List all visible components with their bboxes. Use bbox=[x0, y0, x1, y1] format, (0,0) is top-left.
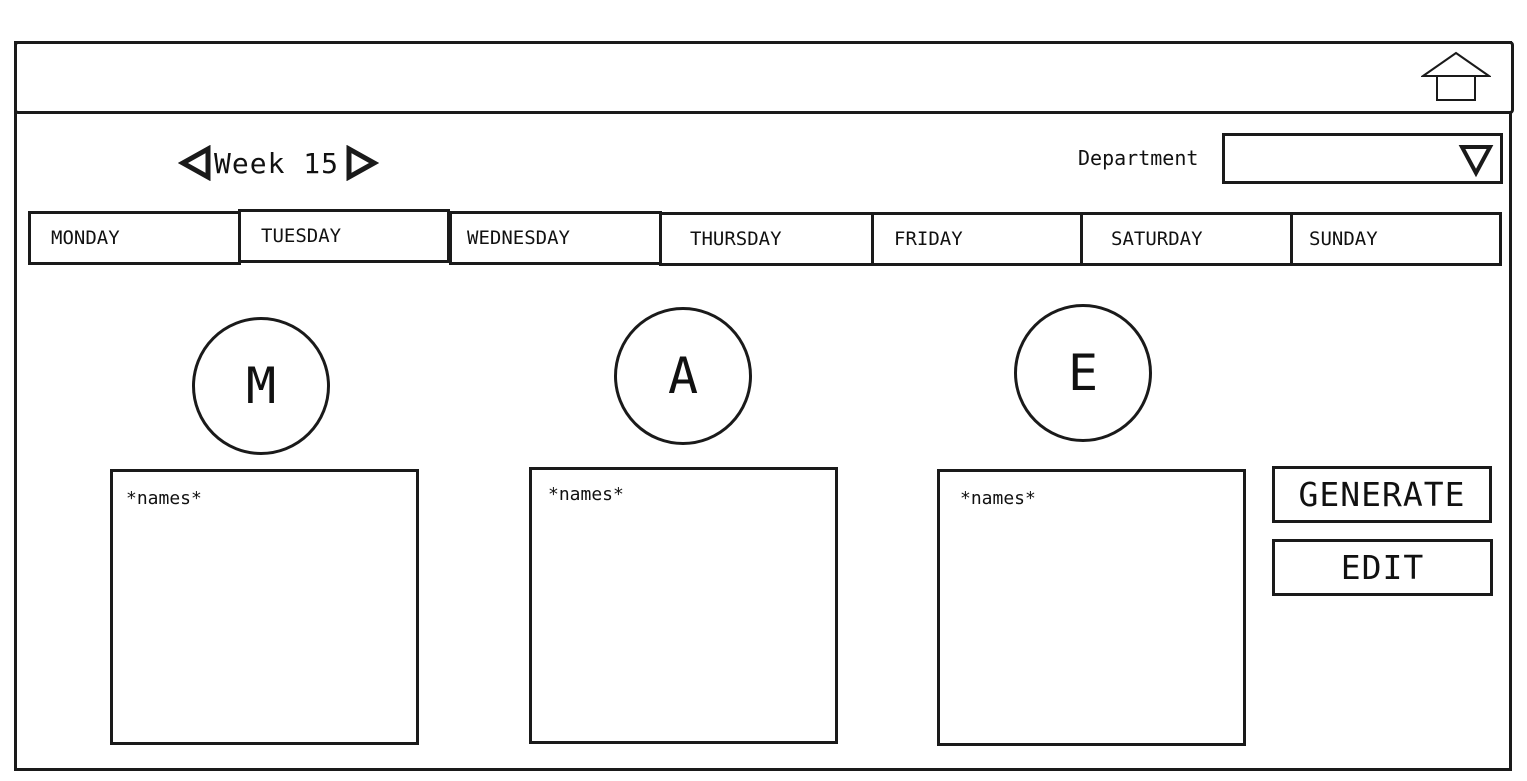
shift-afternoon-names[interactable]: *names* bbox=[529, 467, 838, 744]
home-icon[interactable] bbox=[1419, 51, 1493, 103]
top-bar bbox=[14, 41, 1514, 114]
shift-morning-badge: M bbox=[192, 317, 330, 455]
day-tab-tuesday[interactable]: TUESDAY bbox=[238, 209, 450, 263]
week-navigator: Week 15 bbox=[177, 143, 380, 183]
triangle-right-icon[interactable] bbox=[345, 144, 380, 182]
triangle-left-icon[interactable] bbox=[177, 144, 212, 182]
day-tab-thursday[interactable]: THURSDAY bbox=[659, 212, 874, 266]
day-tab-wednesday[interactable]: WEDNESDAY bbox=[449, 211, 662, 265]
triangle-down-icon bbox=[1458, 145, 1494, 178]
week-label: Week 15 bbox=[214, 146, 340, 180]
day-tab-saturday[interactable]: SATURDAY bbox=[1080, 212, 1293, 266]
day-tab-friday[interactable]: FRIDAY bbox=[871, 212, 1083, 266]
shift-evening-badge: E bbox=[1014, 304, 1152, 442]
department-label: Department bbox=[1078, 146, 1199, 170]
generate-button[interactable]: GENERATE bbox=[1272, 466, 1492, 523]
day-tab-sunday[interactable]: SUNDAY bbox=[1290, 212, 1502, 266]
shift-afternoon-badge: A bbox=[614, 307, 752, 445]
shift-evening-names[interactable]: *names* bbox=[937, 469, 1246, 746]
day-tab-monday[interactable]: MONDAY bbox=[28, 211, 241, 265]
department-select[interactable] bbox=[1222, 133, 1503, 184]
shift-morning-names[interactable]: *names* bbox=[110, 469, 419, 745]
edit-button[interactable]: EDIT bbox=[1272, 539, 1493, 596]
